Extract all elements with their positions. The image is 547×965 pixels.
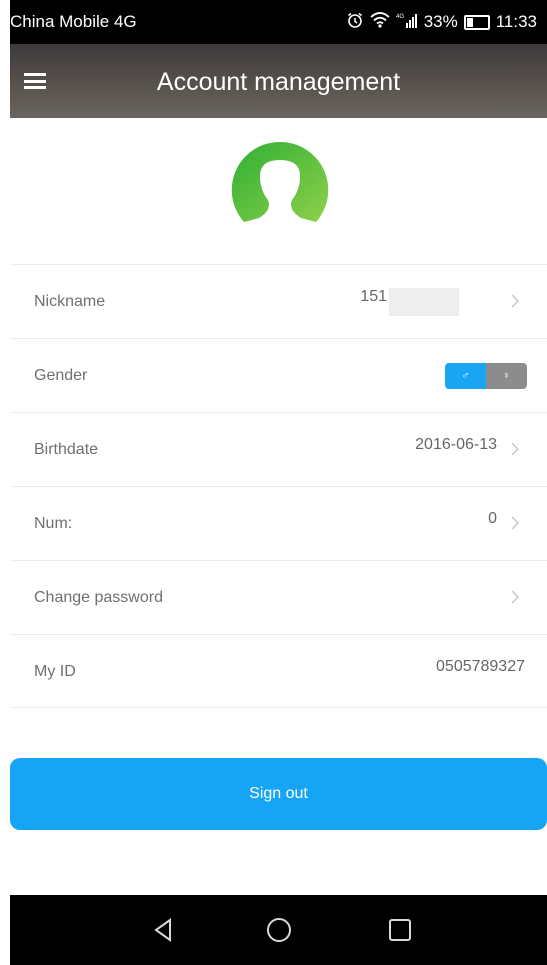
birthdate-label: Birthdate xyxy=(34,441,99,458)
my-id-label: My ID xyxy=(34,663,76,680)
gender-label: Gender xyxy=(34,367,88,384)
app-frame: China Mobile 4G 4G 33% 11:33 Account man… xyxy=(10,0,547,965)
alarm-icon xyxy=(346,11,364,34)
chevron-right-icon xyxy=(511,590,520,604)
num-value: 0 xyxy=(488,510,497,527)
sign-out-button[interactable]: Sign out xyxy=(10,758,547,830)
blurred-region xyxy=(389,288,459,316)
row-birthdate[interactable]: Birthdate 2016-06-13 xyxy=(10,412,547,486)
back-icon[interactable] xyxy=(148,915,178,945)
row-change-password[interactable]: Change password xyxy=(10,560,547,634)
clock: 11:33 xyxy=(495,12,537,31)
row-gender: Gender ♂ ♀ xyxy=(10,338,547,412)
gender-female-option[interactable]: ♀ xyxy=(486,363,527,389)
battery-percent: 33% xyxy=(423,12,458,31)
nickname-value: 151 xyxy=(360,288,387,305)
signal-icon: 4G xyxy=(396,12,418,32)
page-title: Account management xyxy=(156,68,401,96)
wifi-icon xyxy=(370,11,390,33)
system-nav-bar xyxy=(10,895,547,965)
num-label: Num: xyxy=(34,515,73,532)
carrier-label: China Mobile 4G xyxy=(10,12,137,31)
gender-male-option[interactable]: ♂ xyxy=(445,363,486,389)
row-nickname[interactable]: Nickname 151 xyxy=(10,264,547,338)
chevron-right-icon xyxy=(511,516,520,530)
gender-toggle[interactable]: ♂ ♀ xyxy=(445,363,527,389)
chevron-right-icon xyxy=(511,442,520,456)
app-header: Account management xyxy=(10,44,547,118)
recents-icon[interactable] xyxy=(385,915,415,945)
user-avatar-icon[interactable] xyxy=(228,138,332,242)
svg-text:4G: 4G xyxy=(396,14,404,20)
row-my-id: My ID 0505789327 xyxy=(10,634,547,708)
battery-icon xyxy=(463,14,490,30)
status-icons: 4G 33% 11:33 xyxy=(346,11,537,34)
nickname-label: Nickname xyxy=(34,293,106,310)
chevron-right-icon xyxy=(511,294,520,308)
birthdate-value: 2016-06-13 xyxy=(415,436,497,453)
my-id-value: 0505789327 xyxy=(436,658,525,675)
status-bar: China Mobile 4G 4G 33% 11:33 xyxy=(10,0,547,44)
row-num[interactable]: Num: 0 xyxy=(10,486,547,560)
change-password-label: Change password xyxy=(34,589,163,606)
home-icon[interactable] xyxy=(264,915,294,945)
